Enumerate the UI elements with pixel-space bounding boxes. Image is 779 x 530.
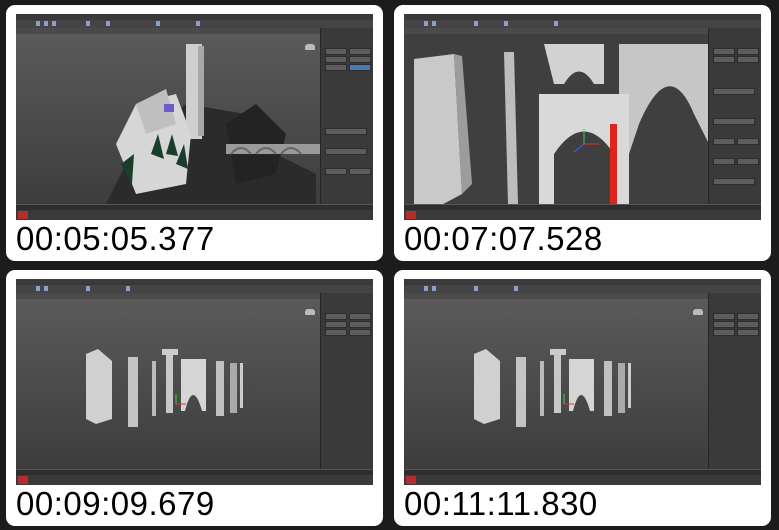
timestamp-label: 00:11:11.830: [404, 485, 598, 522]
video-thumbnail-card-3[interactable]: 00:09:09.679: [6, 270, 383, 526]
main-toolbar: [16, 20, 373, 28]
video-thumbnail-card-2[interactable]: 00:07:07.528: [394, 5, 771, 261]
screenshot-3dsmax-arches: [404, 14, 761, 220]
command-panel: [305, 293, 373, 469]
command-panel: [693, 293, 761, 469]
screenshot-3dsmax-lineup: [16, 279, 373, 485]
screenshot-3dsmax-lineup: [404, 279, 761, 485]
pillar-lineup-scene: [86, 349, 243, 427]
pillar-lineup-scene: [474, 349, 631, 427]
main-toolbar: [404, 285, 761, 293]
timestamp-label: 00:05:05.377: [16, 220, 215, 257]
castle-scene: [106, 44, 321, 204]
main-toolbar: [16, 285, 373, 293]
perspective-viewport[interactable]: [16, 299, 320, 469]
screenshot-3dsmax-castle: [16, 14, 373, 220]
command-panel: [305, 28, 373, 204]
arch-scene: [404, 34, 709, 209]
main-toolbar: [404, 20, 761, 28]
video-thumbnail-card-4[interactable]: 00:11:11.830: [394, 270, 771, 526]
command-panel: [708, 28, 761, 204]
perspective-viewport[interactable]: [16, 34, 321, 204]
perspective-viewport[interactable]: [404, 299, 708, 469]
timestamp-label: 00:07:07.528: [404, 220, 603, 257]
video-thumbnail-card-1[interactable]: 00:05:05.377: [6, 5, 383, 261]
perspective-viewport[interactable]: [404, 34, 709, 209]
timestamp-label: 00:09:09.679: [16, 485, 215, 522]
